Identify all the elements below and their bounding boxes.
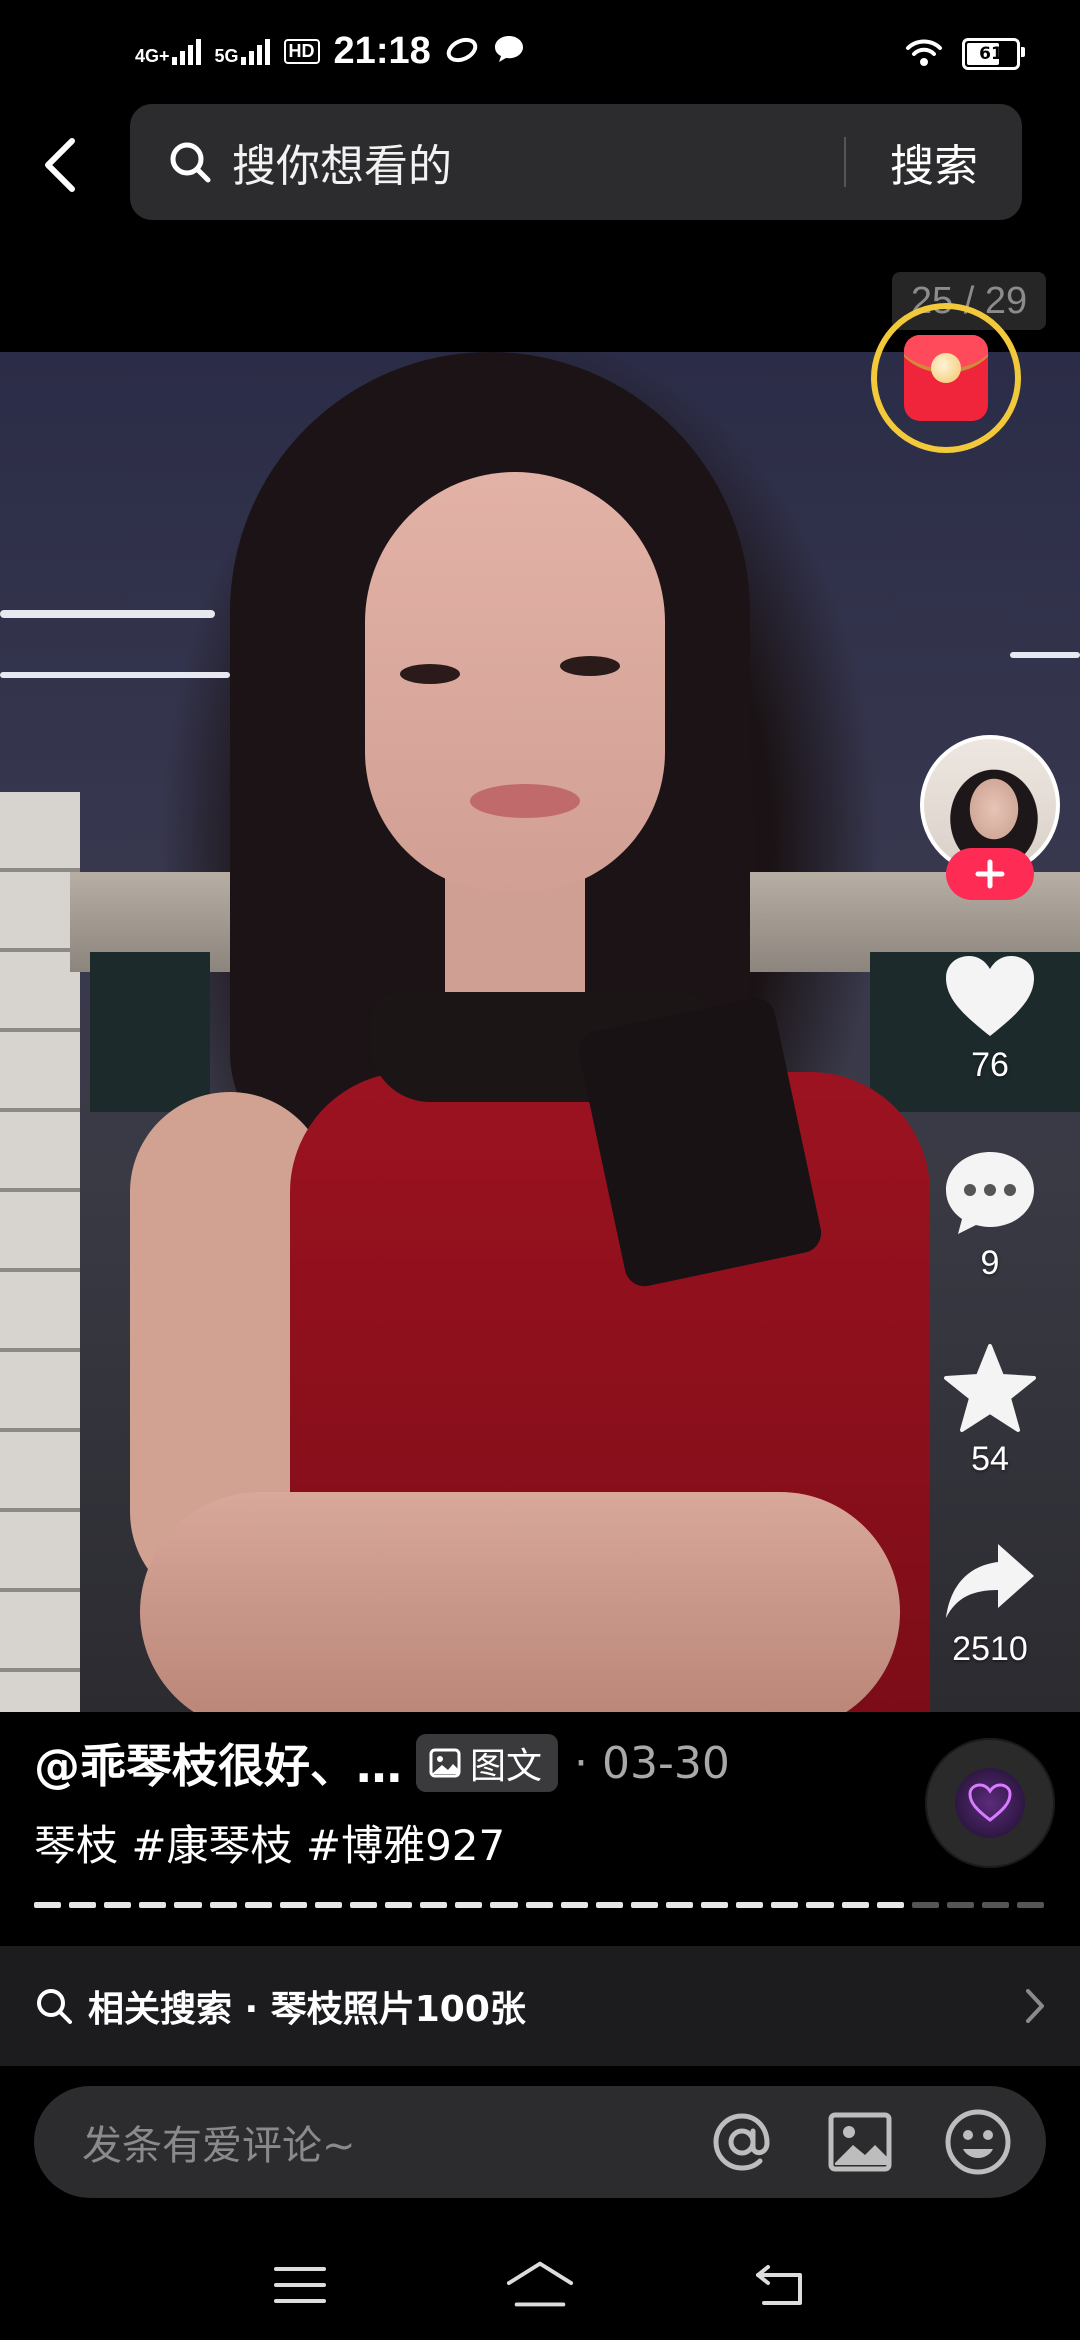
menu-icon (274, 2267, 326, 2303)
building-window (90, 952, 210, 1112)
image-picker-icon[interactable] (824, 2106, 896, 2178)
network-5g-indicator: 5G (214, 38, 270, 66)
search-input[interactable]: 搜你想看的 (232, 130, 844, 194)
like-button[interactable]: 76 (930, 952, 1050, 1085)
image-progress-bar (34, 1902, 1045, 1908)
subject-face (365, 472, 665, 892)
comment-button[interactable]: 9 (930, 1148, 1050, 1283)
search-icon (168, 139, 214, 185)
heart-icon (946, 956, 1034, 1036)
mention-at-icon[interactable] (706, 2106, 778, 2178)
wifi-icon (904, 36, 944, 72)
subject-lips (470, 784, 580, 818)
home-nav-button[interactable] (505, 2255, 575, 2315)
status-time: 21:18 (333, 30, 431, 72)
comment-input[interactable]: 发条有爱评论~ (82, 2113, 706, 2171)
like-count: 76 (971, 1046, 1009, 1084)
search-box[interactable]: 搜你想看的 搜索 (130, 104, 1022, 220)
status-right: 61 (904, 36, 1025, 72)
subject-eye (560, 656, 620, 676)
subject-eye (400, 664, 460, 684)
status-left: 4G+ 5G HD 21:18 (135, 30, 525, 73)
related-search-bar[interactable]: 相关搜索 · 琴枝照片100张 (0, 1946, 1080, 2066)
status-bar: 4G+ 5G HD 21:18 61 (0, 0, 1080, 110)
post-description[interactable]: 琴枝 #康琴枝 #博雅927 (34, 1812, 505, 1873)
system-navigation-bar (0, 2230, 1080, 2340)
city-light (0, 610, 215, 618)
image-icon (428, 1747, 462, 1779)
chevron-right-icon (1024, 1987, 1046, 2025)
author-name[interactable]: @乖琴枝很好、… (34, 1730, 402, 1796)
comment-bar: 发条有爱评论~ (34, 2086, 1046, 2198)
subject-arms (140, 1492, 900, 1712)
menu-nav-button[interactable] (265, 2255, 335, 2315)
chevron-left-icon (45, 138, 75, 192)
post-photo[interactable] (0, 352, 1080, 1712)
favorite-button[interactable]: 54 (930, 1342, 1050, 1479)
share-count: 2510 (952, 1630, 1028, 1668)
search-button[interactable]: 搜索 (846, 130, 1022, 194)
city-light (0, 672, 230, 678)
music-disc[interactable] (925, 1738, 1055, 1868)
comment-count: 9 (980, 1244, 1000, 1282)
battery-icon: 61 (962, 38, 1025, 70)
favorite-count: 54 (971, 1440, 1009, 1478)
music-heart-icon (955, 1768, 1025, 1838)
share-arrow-icon (946, 1544, 1034, 1618)
follow-button[interactable] (946, 848, 1034, 900)
post-date: · 03-30 (574, 1737, 730, 1789)
home-icon (506, 2261, 574, 2307)
red-envelope-icon (904, 335, 988, 421)
network-5g-label: 5G (214, 45, 239, 66)
comment-bubble-icon (946, 1152, 1034, 1234)
related-search-text: 相关搜索 · 琴枝照片100张 (88, 1989, 526, 2030)
back-arrow-icon (756, 2265, 802, 2305)
emoji-icon[interactable] (942, 2106, 1014, 2178)
network-4g-label: 4G+ (135, 45, 170, 66)
message-notification-icon (493, 31, 525, 73)
hd-badge: HD (283, 39, 320, 64)
background-building (0, 792, 80, 1712)
app-notification-icon (445, 31, 479, 73)
plus-icon (975, 859, 1005, 889)
back-button[interactable] (30, 120, 90, 210)
share-button[interactable]: 2510 (930, 1540, 1050, 1669)
signal-icon (171, 38, 201, 65)
post-type-tag: 图文 (416, 1734, 559, 1792)
search-icon (34, 1986, 74, 2026)
author-line: @乖琴枝很好、… 图文 · 03-30 (34, 1730, 730, 1796)
red-packet-button[interactable] (871, 303, 1021, 453)
back-nav-button[interactable] (745, 2255, 815, 2315)
star-icon (944, 1344, 1036, 1432)
signal-icon (240, 38, 270, 65)
city-light (1010, 652, 1080, 658)
network-4g-indicator: 4G+ (135, 38, 201, 66)
battery-level: 61 (979, 44, 1003, 64)
post-type-label: 图文 (470, 1746, 543, 1787)
